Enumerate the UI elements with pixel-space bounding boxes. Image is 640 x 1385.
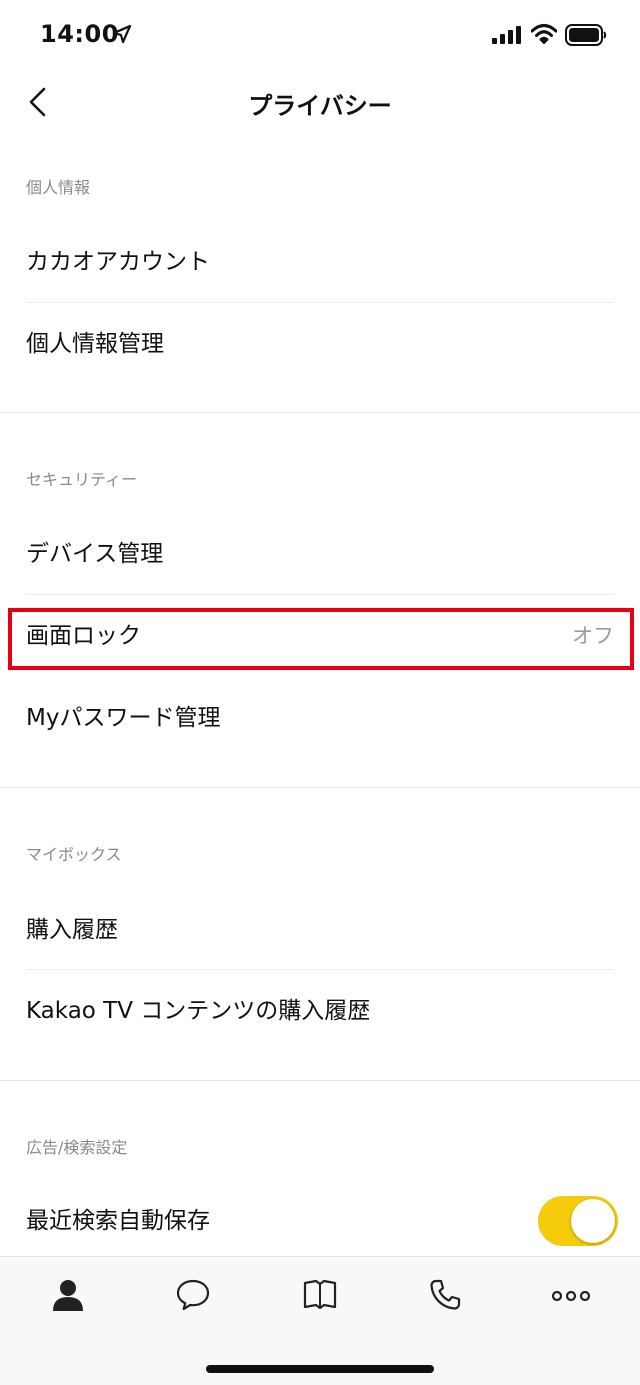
cellular-signal-icon: [492, 26, 522, 48]
open-book-icon: [302, 1279, 338, 1315]
home-indicator: [206, 1365, 434, 1373]
section-header-security: セキュリティー: [26, 470, 138, 489]
row-divider: [26, 594, 614, 595]
row-divider: [26, 302, 614, 303]
tab-calls[interactable]: [415, 1275, 475, 1319]
page-title: プライバシー: [248, 92, 392, 120]
tab-chats[interactable]: [163, 1275, 223, 1319]
battery-icon: [565, 24, 607, 50]
settings-row-kakao-account[interactable]: カカオアカウント: [0, 222, 640, 302]
navigation-bar: プライバシー: [0, 70, 640, 134]
status-bar: 14:00: [0, 0, 640, 70]
more-dots-icon: [551, 1288, 591, 1307]
settings-row-my-password-management[interactable]: Myパスワード管理: [0, 678, 640, 758]
location-arrow-icon: [112, 24, 132, 48]
section-divider: [0, 1080, 640, 1081]
section-header-ads-search: 広告/検索設定: [26, 1138, 128, 1157]
person-icon: [51, 1278, 85, 1316]
row-label: Myパスワード管理: [26, 705, 221, 731]
section-divider: [0, 412, 640, 413]
section-header-personal-info: 個人情報: [26, 178, 91, 197]
settings-row-purchase-history[interactable]: 購入履歴: [0, 890, 640, 970]
section-header-my-box: マイボックス: [26, 845, 122, 864]
row-label: Kakao TV コンテンツの購入履歴: [26, 998, 371, 1024]
settings-row-personal-info-management[interactable]: 個人情報管理: [0, 304, 640, 384]
row-label: 購入履歴: [26, 917, 118, 943]
tab-profile[interactable]: [38, 1275, 98, 1319]
chat-bubble-icon: [175, 1278, 211, 1316]
tab-bar: [0, 1256, 640, 1385]
recent-search-autosave-toggle[interactable]: [538, 1196, 618, 1246]
row-label: 画面ロック: [26, 623, 141, 649]
settings-row-device-management[interactable]: デバイス管理: [0, 514, 640, 594]
settings-row-screen-lock[interactable]: 画面ロック オフ: [0, 596, 640, 676]
wifi-icon: [530, 23, 558, 49]
status-time: 14:00: [40, 20, 119, 48]
tab-more[interactable]: [541, 1275, 601, 1319]
settings-row-kakao-tv-purchase-history[interactable]: Kakao TV コンテンツの購入履歴: [0, 971, 640, 1051]
phone-icon: [428, 1278, 462, 1316]
row-label: 最近検索自動保存: [26, 1208, 210, 1234]
section-divider: [0, 787, 640, 788]
row-label: デバイス管理: [26, 541, 164, 567]
row-label: 個人情報管理: [26, 331, 164, 357]
tab-view[interactable]: [290, 1275, 350, 1319]
screen-lock-status: オフ: [572, 624, 614, 648]
toggle-knob: [571, 1199, 615, 1243]
row-divider: [26, 969, 614, 970]
row-label: カカオアカウント: [26, 249, 210, 275]
